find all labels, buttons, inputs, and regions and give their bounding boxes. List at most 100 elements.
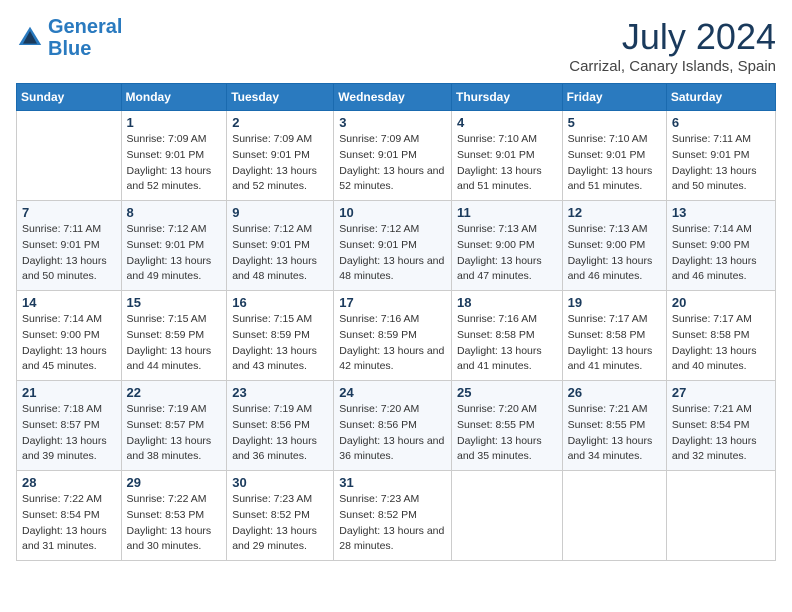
day-info: Sunrise: 7:20 AMSunset: 8:56 PMDaylight:… bbox=[339, 402, 446, 465]
day-info: Sunrise: 7:17 AMSunset: 8:58 PMDaylight:… bbox=[672, 312, 770, 375]
calendar-table: SundayMondayTuesdayWednesdayThursdayFrid… bbox=[16, 83, 776, 561]
day-info: Sunrise: 7:12 AMSunset: 9:01 PMDaylight:… bbox=[339, 222, 446, 285]
day-number: 12 bbox=[568, 205, 661, 220]
day-number: 18 bbox=[457, 295, 557, 310]
day-info: Sunrise: 7:20 AMSunset: 8:55 PMDaylight:… bbox=[457, 402, 557, 465]
day-info: Sunrise: 7:13 AMSunset: 9:00 PMDaylight:… bbox=[568, 222, 661, 285]
calendar-cell: 19 Sunrise: 7:17 AMSunset: 8:58 PMDayligh… bbox=[562, 291, 666, 381]
calendar-cell: 13 Sunrise: 7:14 AMSunset: 9:00 PMDayligh… bbox=[666, 201, 775, 291]
day-info: Sunrise: 7:14 AMSunset: 9:00 PMDaylight:… bbox=[22, 312, 116, 375]
day-info: Sunrise: 7:19 AMSunset: 8:56 PMDaylight:… bbox=[232, 402, 328, 465]
calendar-cell: 8 Sunrise: 7:12 AMSunset: 9:01 PMDaylight… bbox=[121, 201, 227, 291]
header-day-wednesday: Wednesday bbox=[334, 84, 452, 111]
header-day-saturday: Saturday bbox=[666, 84, 775, 111]
calendar-cell: 2 Sunrise: 7:09 AMSunset: 9:01 PMDaylight… bbox=[227, 111, 334, 201]
day-number: 2 bbox=[232, 115, 328, 130]
logo-general: General bbox=[48, 16, 122, 38]
day-info: Sunrise: 7:22 AMSunset: 8:53 PMDaylight:… bbox=[127, 492, 222, 555]
calendar-cell: 30 Sunrise: 7:23 AMSunset: 8:52 PMDayligh… bbox=[227, 471, 334, 561]
logo-text: General Blue bbox=[48, 16, 122, 60]
calendar-cell: 10 Sunrise: 7:12 AMSunset: 9:01 PMDayligh… bbox=[334, 201, 452, 291]
calendar-week-4: 21Sunrise: 7:18 AMSunset: 8:57 PMDayligh… bbox=[17, 381, 776, 471]
calendar-cell: 12 Sunrise: 7:13 AMSunset: 9:00 PMDayligh… bbox=[562, 201, 666, 291]
day-info: Sunrise: 7:15 AMSunset: 8:59 PMDaylight:… bbox=[232, 312, 328, 375]
day-number: 4 bbox=[457, 115, 557, 130]
calendar-cell bbox=[17, 111, 122, 201]
calendar-cell bbox=[562, 471, 666, 561]
day-number: 7 bbox=[22, 205, 116, 220]
day-number: 31 bbox=[339, 475, 446, 490]
day-number: 5 bbox=[568, 115, 661, 130]
day-number: 20 bbox=[672, 295, 770, 310]
day-info: Sunrise: 7:16 AMSunset: 8:58 PMDaylight:… bbox=[457, 312, 557, 375]
day-number: 6 bbox=[672, 115, 770, 130]
day-info: Sunrise: 7:22 AMSunset: 8:54 PMDaylight:… bbox=[22, 492, 116, 555]
calendar-cell: 15 Sunrise: 7:15 AMSunset: 8:59 PMDayligh… bbox=[121, 291, 227, 381]
calendar-week-2: 7 Sunrise: 7:11 AMSunset: 9:01 PMDaylight… bbox=[17, 201, 776, 291]
day-info: Sunrise: 7:23 AMSunset: 8:52 PMDaylight:… bbox=[339, 492, 446, 555]
day-info: Sunrise: 7:12 AMSunset: 9:01 PMDaylight:… bbox=[127, 222, 222, 285]
day-number: 25 bbox=[457, 385, 557, 400]
day-info: Sunrise: 7:15 AMSunset: 8:59 PMDaylight:… bbox=[127, 312, 222, 375]
day-number: 19 bbox=[568, 295, 661, 310]
calendar-cell: 24Sunrise: 7:20 AMSunset: 8:56 PMDayligh… bbox=[334, 381, 452, 471]
calendar-cell: 14 Sunrise: 7:14 AMSunset: 9:00 PMDayligh… bbox=[17, 291, 122, 381]
header-row: SundayMondayTuesdayWednesdayThursdayFrid… bbox=[17, 84, 776, 111]
logo-icon bbox=[16, 24, 44, 52]
calendar-cell: 16 Sunrise: 7:15 AMSunset: 8:59 PMDayligh… bbox=[227, 291, 334, 381]
calendar-cell: 11 Sunrise: 7:13 AMSunset: 9:00 PMDayligh… bbox=[451, 201, 562, 291]
day-number: 17 bbox=[339, 295, 446, 310]
day-info: Sunrise: 7:09 AMSunset: 9:01 PMDaylight:… bbox=[232, 132, 328, 195]
day-info: Sunrise: 7:21 AMSunset: 8:55 PMDaylight:… bbox=[568, 402, 661, 465]
calendar-cell: 29Sunrise: 7:22 AMSunset: 8:53 PMDayligh… bbox=[121, 471, 227, 561]
day-number: 8 bbox=[127, 205, 222, 220]
day-info: Sunrise: 7:18 AMSunset: 8:57 PMDaylight:… bbox=[22, 402, 116, 465]
calendar-cell: 9Sunrise: 7:12 AMSunset: 9:01 PMDaylight… bbox=[227, 201, 334, 291]
header-day-monday: Monday bbox=[121, 84, 227, 111]
calendar-cell: 7 Sunrise: 7:11 AMSunset: 9:01 PMDaylight… bbox=[17, 201, 122, 291]
calendar-cell: 28 Sunrise: 7:22 AMSunset: 8:54 PMDayligh… bbox=[17, 471, 122, 561]
calendar-cell bbox=[666, 471, 775, 561]
day-info: Sunrise: 7:19 AMSunset: 8:57 PMDaylight:… bbox=[127, 402, 222, 465]
header-day-tuesday: Tuesday bbox=[227, 84, 334, 111]
calendar-week-3: 14 Sunrise: 7:14 AMSunset: 9:00 PMDayligh… bbox=[17, 291, 776, 381]
day-info: Sunrise: 7:23 AMSunset: 8:52 PMDaylight:… bbox=[232, 492, 328, 555]
day-info: Sunrise: 7:14 AMSunset: 9:00 PMDaylight:… bbox=[672, 222, 770, 285]
day-number: 26 bbox=[568, 385, 661, 400]
day-info: Sunrise: 7:11 AMSunset: 9:01 PMDaylight:… bbox=[22, 222, 116, 285]
calendar-cell: 23Sunrise: 7:19 AMSunset: 8:56 PMDayligh… bbox=[227, 381, 334, 471]
day-number: 16 bbox=[232, 295, 328, 310]
day-info: Sunrise: 7:09 AMSunset: 9:01 PMDaylight:… bbox=[127, 132, 222, 195]
day-number: 22 bbox=[127, 385, 222, 400]
day-number: 30 bbox=[232, 475, 328, 490]
title-area: July 2024 Carrizal, Canary Islands, Spai… bbox=[569, 16, 776, 75]
location-subtitle: Carrizal, Canary Islands, Spain bbox=[569, 58, 776, 75]
header-day-friday: Friday bbox=[562, 84, 666, 111]
day-number: 14 bbox=[22, 295, 116, 310]
calendar-cell: 25 Sunrise: 7:20 AMSunset: 8:55 PMDayligh… bbox=[451, 381, 562, 471]
calendar-cell: 6 Sunrise: 7:11 AMSunset: 9:01 PMDaylight… bbox=[666, 111, 775, 201]
day-info: Sunrise: 7:09 AMSunset: 9:01 PMDaylight:… bbox=[339, 132, 446, 195]
page-header: General Blue July 2024 Carrizal, Canary … bbox=[16, 16, 776, 75]
day-info: Sunrise: 7:13 AMSunset: 9:00 PMDaylight:… bbox=[457, 222, 557, 285]
calendar-cell: 22 Sunrise: 7:19 AMSunset: 8:57 PMDayligh… bbox=[121, 381, 227, 471]
calendar-cell: 21Sunrise: 7:18 AMSunset: 8:57 PMDayligh… bbox=[17, 381, 122, 471]
calendar-cell bbox=[451, 471, 562, 561]
day-number: 28 bbox=[22, 475, 116, 490]
header-day-thursday: Thursday bbox=[451, 84, 562, 111]
month-year-title: July 2024 bbox=[569, 16, 776, 58]
calendar-cell: 18 Sunrise: 7:16 AMSunset: 8:58 PMDayligh… bbox=[451, 291, 562, 381]
day-number: 11 bbox=[457, 205, 557, 220]
day-number: 27 bbox=[672, 385, 770, 400]
calendar-cell: 1Sunrise: 7:09 AMSunset: 9:01 PMDaylight… bbox=[121, 111, 227, 201]
day-number: 15 bbox=[127, 295, 222, 310]
logo-blue: Blue bbox=[48, 38, 91, 60]
day-info: Sunrise: 7:17 AMSunset: 8:58 PMDaylight:… bbox=[568, 312, 661, 375]
header-day-sunday: Sunday bbox=[17, 84, 122, 111]
logo: General Blue bbox=[16, 16, 122, 60]
calendar-cell: 20 Sunrise: 7:17 AMSunset: 8:58 PMDayligh… bbox=[666, 291, 775, 381]
day-info: Sunrise: 7:11 AMSunset: 9:01 PMDaylight:… bbox=[672, 132, 770, 195]
day-number: 3 bbox=[339, 115, 446, 130]
day-number: 10 bbox=[339, 205, 446, 220]
day-number: 13 bbox=[672, 205, 770, 220]
